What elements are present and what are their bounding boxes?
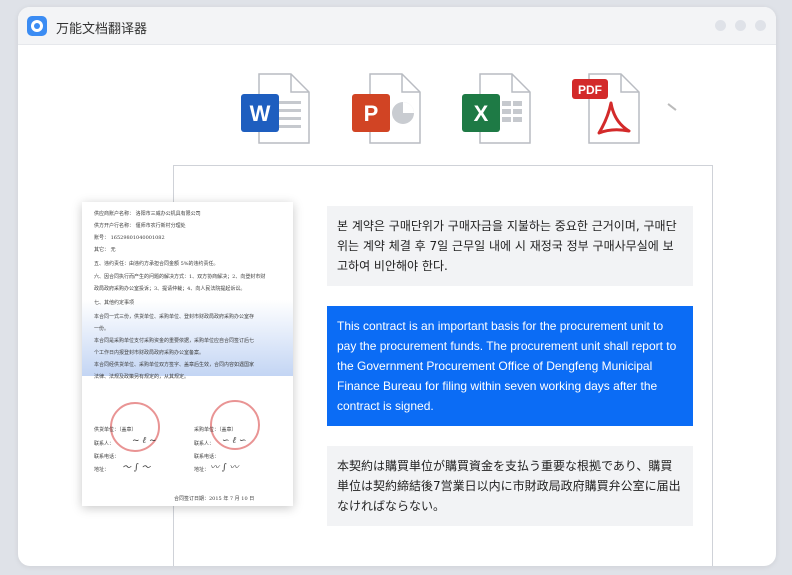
excel-file-icon: X [462,73,531,144]
doc-line: 法律、法规及政策另有规定的，从其规定。 [94,374,190,380]
doc-line: 供方开户行名称： 偃师市农行新村分理处 [94,223,186,229]
doc-line: 政局政府采购办公室投诉；3、提请仲裁；4、向人民法院提起诉讼。 [94,286,246,292]
doc-line: 一份。 [94,326,110,332]
korean-translation-block[interactable]: 본 계약은 구매단위가 구매자금을 지불하는 중요한 근거이며, 구매단위는 계… [327,206,693,286]
doc-line: 个工作日内报登封市财政局政府采购办公室备案。 [94,350,205,356]
doc-line: 联系人： [194,441,215,447]
doc-line: 供应商账户名称： 洛阳市三威办公机具有限公司 [94,211,201,217]
doc-line: 本合同一式三份，供货单位、采购单位、登封市财政局政府采购办公室存 [94,314,255,320]
app-title: 万能文档翻译器 [56,22,148,37]
svg-text:W: W [250,101,271,126]
english-translation-block[interactable]: This contract is an important basis for … [327,306,693,426]
doc-line: 联系电话： [194,454,220,460]
doc-line: 采购单位：（盖章） [194,427,237,433]
doc-line: 七、其他约定事项 [94,300,135,306]
app-window: 万能文档翻译器 W P X PDF 供应商账户名称： 洛阳市三威办公机具有限公司… [18,7,776,566]
doc-line: 供货单位：（盖章） [94,427,137,433]
doc-line: 五、违约责任：由违约方承担合同金额 5%的违约责任。 [94,261,219,267]
doc-line: 地址： [94,467,110,473]
doc-line: 六、因合同执行而产生的问题的解决方式：1、双方协商解决；2、向登封市财 [94,274,266,280]
contract-date: 合同签订日期：2015 年 7 月 10 日 [174,496,255,502]
pdf-file-icon: PDF [572,73,640,144]
doc-line: 其它： 无 [94,247,116,253]
japanese-translation-block[interactable]: 本契約は購買単位が購買資金を支払う重要な根拠であり、購買単位は契約締結後7営業日… [327,446,693,526]
minimize-button[interactable] [715,20,726,31]
svg-text:P: P [364,101,379,126]
title-bar: 万能文档翻译器 [18,7,776,45]
doc-line: 本合同是采购单位支付采购资金的重要依据，采购单位应自合同签订后七 [94,338,255,344]
translator-app-icon [27,16,47,36]
doc-line: 地址： [194,467,210,473]
doc-line: 联系电话： [94,454,120,460]
word-file-icon: W [241,73,310,144]
powerpoint-file-icon: P [352,73,421,144]
handwritten-signature: ~ ℓ ~ [132,436,157,446]
arrow-mark [667,103,677,111]
maximize-button[interactable] [735,20,746,31]
doc-line: 本合同经供货单位、采购单位双方签字、盖章后生效，合同内容如遇国家 [94,362,255,368]
document-preview[interactable]: 供应商账户名称： 洛阳市三威办公机具有限公司 供方开户行名称： 偃师市农行新村分… [82,202,293,506]
handwritten-signature: 〰 ∫ 〰 [210,463,239,473]
doc-line: 账号： 16529801040001082 [94,235,165,241]
handwritten-signature: 〜 ∫ 〜 [122,463,151,473]
svg-text:PDF: PDF [578,83,602,97]
svg-text:X: X [474,101,489,126]
close-button[interactable] [755,20,766,31]
handwritten-signature: ∽ ℓ ∽ [222,436,247,446]
doc-line: 联系人： [94,441,115,447]
